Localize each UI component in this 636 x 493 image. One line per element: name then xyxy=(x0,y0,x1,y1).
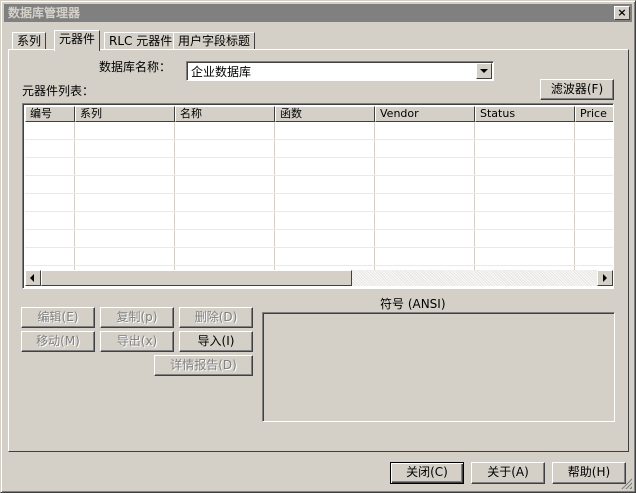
edit-button[interactable]: 编辑(E) xyxy=(21,307,95,328)
database-manager-window: 数据库管理器 × 系列 元器件 RLC 元器件 用户字段标题 数据库名称： 企业… xyxy=(0,0,636,493)
close-button[interactable]: 关闭(C) xyxy=(390,462,464,484)
column-header-function[interactable]: 函数 xyxy=(275,106,375,122)
import-button[interactable]: 导入(I) xyxy=(179,331,253,352)
copy-button[interactable]: 复制(p) xyxy=(100,307,174,328)
tab-user-field-titles[interactable]: 用户字段标题 xyxy=(173,32,256,50)
database-name-value: 企业数据库 xyxy=(191,65,252,79)
filter-button-label: 滤波器(F) xyxy=(550,82,604,96)
scroll-left-icon[interactable] xyxy=(25,270,41,286)
close-button-label: 关闭(C) xyxy=(406,465,448,479)
list-header: 编号 系列 名称 函数 Vendor Status Price xyxy=(25,106,613,122)
delete-button-label: 删除(D) xyxy=(194,310,238,324)
export-button-label: 导出(x) xyxy=(116,334,158,348)
chevron-down-icon[interactable] xyxy=(476,63,492,79)
column-header-vendor[interactable]: Vendor xyxy=(375,106,475,122)
column-header-price[interactable]: Price xyxy=(575,106,613,122)
component-list-label: 元器件列表： xyxy=(22,84,95,98)
column-header-number[interactable]: 编号 xyxy=(25,106,75,122)
copy-button-label: 复制(p) xyxy=(116,310,158,324)
detail-report-button[interactable]: 详情报告(D) xyxy=(154,355,253,376)
help-button[interactable]: 帮助(H) xyxy=(552,462,626,484)
tab-components[interactable]: 元器件 xyxy=(54,30,101,51)
column-header-name[interactable]: 名称 xyxy=(175,106,275,122)
symbol-label: 符号 (ANSI) xyxy=(380,297,446,311)
edit-button-label: 编辑(E) xyxy=(37,310,79,324)
column-header-series[interactable]: 系列 xyxy=(75,106,175,122)
title-bar[interactable]: 数据库管理器 × xyxy=(4,4,632,22)
horizontal-scrollbar[interactable] xyxy=(25,270,613,286)
list-grid xyxy=(25,122,613,274)
component-list[interactable]: 编号 系列 名称 函数 Vendor Status Price xyxy=(22,103,614,289)
export-button[interactable]: 导出(x) xyxy=(100,331,174,352)
help-button-label: 帮助(H) xyxy=(567,465,611,479)
scroll-right-icon[interactable] xyxy=(597,270,613,286)
delete-button[interactable]: 删除(D) xyxy=(179,307,253,328)
column-header-status[interactable]: Status xyxy=(475,106,575,122)
database-name-label: 数据库名称： xyxy=(99,60,172,74)
window-title: 数据库管理器 xyxy=(8,6,81,20)
symbol-preview xyxy=(262,312,615,422)
about-button-label: 关于(A) xyxy=(487,465,529,479)
close-window-button[interactable]: × xyxy=(614,6,630,20)
move-button-label: 移动(M) xyxy=(36,334,80,348)
tab-rlc-components[interactable]: RLC 元器件 xyxy=(104,32,178,50)
import-button-label: 导入(I) xyxy=(197,334,235,348)
move-button[interactable]: 移动(M) xyxy=(21,331,95,352)
scrollbar-thumb[interactable] xyxy=(41,270,352,286)
detail-report-button-label: 详情报告(D) xyxy=(170,358,237,372)
resize-grip-icon[interactable] xyxy=(620,477,632,489)
about-button[interactable]: 关于(A) xyxy=(471,462,545,484)
filter-button[interactable]: 滤波器(F) xyxy=(540,79,614,100)
tab-series[interactable]: 系列 xyxy=(12,32,47,50)
database-name-select[interactable]: 企业数据库 xyxy=(186,61,494,81)
